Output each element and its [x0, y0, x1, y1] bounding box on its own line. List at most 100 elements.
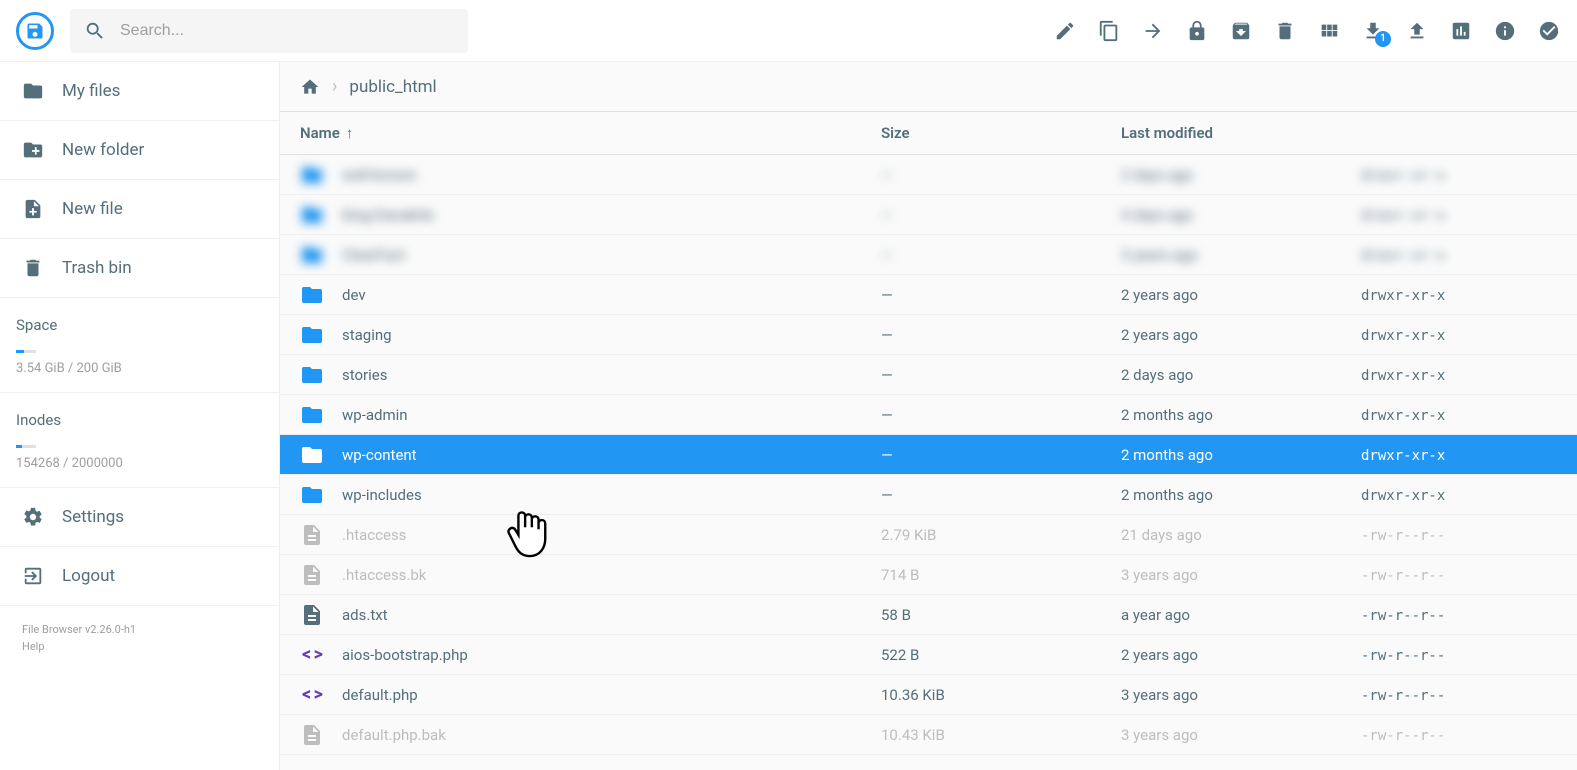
version-text: File Browser v2.26.0-h1: [22, 622, 257, 639]
sidebar-item-settings[interactable]: Settings: [0, 488, 279, 547]
file-modified: 21 days ago: [1121, 526, 1202, 544]
file-table: Name↑ Size Last modified well-known—2 da…: [280, 111, 1577, 755]
permissions-button[interactable]: [1185, 19, 1209, 43]
file-name: dev: [342, 286, 366, 304]
file-modified: a year ago: [1121, 606, 1190, 624]
table-row[interactable]: well-known—2 days agodrwxr-xr-x: [280, 155, 1577, 195]
sidebar-item-trash[interactable]: Trash bin: [0, 239, 279, 298]
file-name: wp-includes: [342, 486, 422, 504]
table-row[interactable]: .htaccess2.79 KiB21 days ago-rw-r--r--: [280, 515, 1577, 555]
table-row[interactable]: < >default.php10.36 KiB3 years ago-rw-r-…: [280, 675, 1577, 715]
file-name: default.php.bak: [342, 726, 446, 744]
file-modified: 3 years ago: [1121, 686, 1198, 704]
sidebar-item-label: My files: [62, 81, 120, 101]
logout-icon: [22, 565, 44, 587]
file-modified: 2 years ago: [1121, 646, 1198, 664]
table-row[interactable]: < >aios-bootstrap.php522 B2 years ago-rw…: [280, 635, 1577, 675]
file-modified: 2 years ago: [1121, 326, 1198, 344]
table-row[interactable]: default.php.bak10.43 KiB3 years ago-rw-r…: [280, 715, 1577, 755]
table-row[interactable]: .htaccess.bk714 B3 years ago-rw-r--r--: [280, 555, 1577, 595]
file-size: —: [881, 446, 893, 464]
file-modified: 2 months ago: [1121, 486, 1213, 504]
sidebar-item-my-files[interactable]: My files: [0, 62, 279, 121]
view-grid-button[interactable]: [1317, 19, 1341, 43]
move-button[interactable]: [1141, 19, 1165, 43]
sidebar-item-new-folder[interactable]: New folder: [0, 121, 279, 180]
table-row[interactable]: dev—2 years agodrwxr-xr-x: [280, 275, 1577, 315]
download-button[interactable]: 1: [1361, 19, 1385, 43]
header: 1: [0, 0, 1577, 62]
file-size: —: [881, 486, 893, 504]
table-row[interactable]: blog-Danakite—4 days agodrwxr-xr-x: [280, 195, 1577, 235]
file-size: 2.79 KiB: [881, 526, 936, 544]
app-logo[interactable]: [16, 12, 54, 50]
space-usage: 3.54 GiB / 200 GiB: [0, 353, 279, 393]
column-header-permissions: [1345, 112, 1577, 155]
file-name: aios-bootstrap.php: [342, 646, 468, 664]
settings-icon: [22, 506, 44, 528]
delete-button[interactable]: [1273, 19, 1297, 43]
search-icon: [84, 20, 106, 42]
file-name: ads.txt: [342, 606, 388, 624]
main-content: › public_html Name↑ Size Last modified w…: [280, 62, 1577, 770]
file-modified: 3 years ago: [1121, 566, 1198, 584]
column-header-name[interactable]: Name↑: [280, 112, 865, 155]
sidebar-item-new-file[interactable]: New file: [0, 180, 279, 239]
file-name: wp-content: [342, 446, 417, 464]
breadcrumb-current[interactable]: public_html: [349, 77, 436, 97]
column-header-modified[interactable]: Last modified: [1105, 112, 1345, 155]
file-name: wp-admin: [342, 406, 408, 424]
table-row[interactable]: wp-content—2 months agodrwxr-xr-x: [280, 435, 1577, 475]
file-name: .htaccess: [342, 526, 406, 544]
file-permissions: -rw-r--r--: [1361, 608, 1445, 624]
file-permissions: -rw-r--r--: [1361, 688, 1445, 704]
search-box[interactable]: [70, 9, 468, 53]
edit-button[interactable]: [1053, 19, 1077, 43]
file-size: —: [881, 406, 893, 424]
file-permissions: -rw-r--r--: [1361, 648, 1445, 664]
header-actions: 1: [1053, 19, 1561, 43]
sidebar: My files New folder New file Trash bin S…: [0, 62, 280, 770]
chevron-right-icon: ›: [332, 76, 337, 97]
file-modified: 2 days ago: [1121, 366, 1193, 384]
file-name: stories: [342, 366, 387, 384]
file-modified: 2 years ago: [1121, 286, 1198, 304]
select-all-button[interactable]: [1537, 19, 1561, 43]
file-permissions: drwxr-xr-x: [1361, 368, 1445, 384]
stats-button[interactable]: [1449, 19, 1473, 43]
archive-button[interactable]: [1229, 19, 1253, 43]
sidebar-item-label: Logout: [62, 566, 115, 586]
table-row[interactable]: ads.txt 58 B a year ago -rw-r--r--: [280, 595, 1577, 635]
table-row[interactable]: ClearFact—3 years agodrwxr-xr-x: [280, 235, 1577, 275]
file-modified: 3 years ago: [1121, 246, 1198, 264]
file-size: 58 B: [881, 606, 911, 624]
inodes-label: Inodes: [0, 393, 279, 437]
download-badge: 1: [1375, 31, 1391, 47]
file-name: .htaccess.bk: [342, 566, 426, 584]
sidebar-item-logout[interactable]: Logout: [0, 547, 279, 606]
file-size: —: [881, 366, 893, 384]
file-modified: 4 days ago: [1121, 206, 1193, 224]
help-link[interactable]: Help: [22, 639, 257, 656]
upload-button[interactable]: [1405, 19, 1429, 43]
sidebar-item-label: Settings: [62, 507, 124, 527]
table-row[interactable]: wp-admin — 2 months ago drwxr-xr-x: [280, 395, 1577, 435]
file-size: —: [881, 166, 893, 184]
file-permissions: drwxr-xr-x: [1361, 408, 1445, 424]
info-button[interactable]: [1493, 19, 1517, 43]
search-input[interactable]: [120, 22, 454, 40]
copy-button[interactable]: [1097, 19, 1121, 43]
table-row[interactable]: stories — 2 days ago drwxr-xr-x: [280, 355, 1577, 395]
file-name: ClearFact: [342, 246, 406, 264]
home-icon[interactable]: [300, 77, 320, 97]
table-row[interactable]: staging—2 years agodrwxr-xr-x: [280, 315, 1577, 355]
file-modified: 2 months ago: [1121, 406, 1213, 424]
file-size: 522 B: [881, 646, 919, 664]
file-permissions: drwxr-xr-x: [1361, 288, 1445, 304]
save-icon: [25, 21, 45, 41]
table-row[interactable]: wp-includes—2 months agodrwxr-xr-x: [280, 475, 1577, 515]
column-header-size[interactable]: Size: [865, 112, 1105, 155]
file-name: staging: [342, 326, 392, 344]
file-size: —: [881, 246, 893, 264]
file-permissions: drwxr-xr-x: [1361, 168, 1445, 184]
